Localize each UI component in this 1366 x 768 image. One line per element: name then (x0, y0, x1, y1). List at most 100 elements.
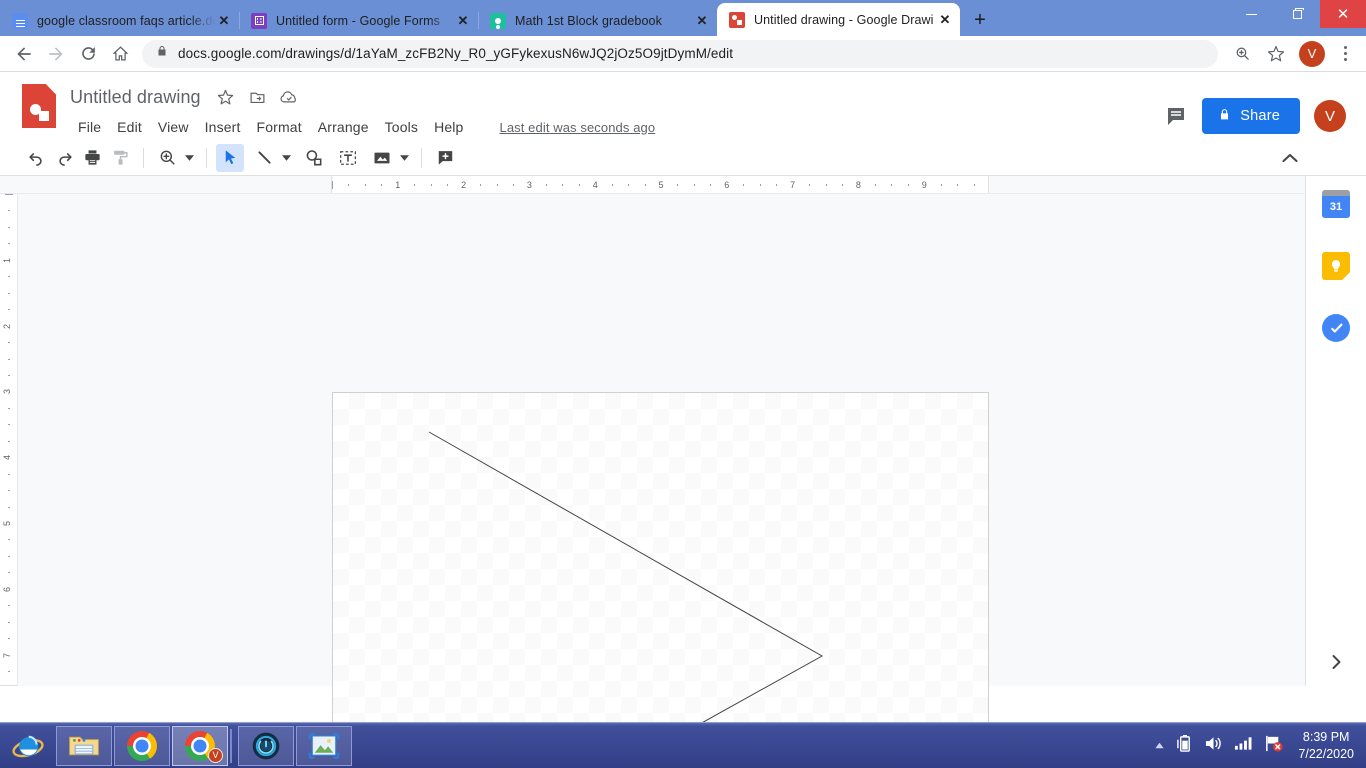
print-icon[interactable] (78, 144, 106, 172)
ruler-tick (809, 184, 811, 186)
menu-help[interactable]: Help (426, 116, 471, 138)
drawing-polyline[interactable] (333, 393, 989, 768)
ruler-tick (973, 184, 975, 186)
ruler-tick (8, 243, 10, 245)
lock-icon (1218, 107, 1231, 126)
browser-tab-4-active[interactable]: Untitled drawing - Google Drawi ✕ (717, 3, 960, 36)
comment-icon[interactable] (1164, 104, 1188, 128)
vertical-ruler[interactable]: 1 2 3 4 5 6 7 (0, 194, 18, 686)
ruler-tick (8, 440, 10, 442)
redo-icon[interactable] (50, 144, 78, 172)
reload-icon[interactable] (72, 38, 104, 70)
new-tab-button[interactable]: + (966, 6, 994, 34)
ruler-tick (8, 276, 10, 278)
horizontal-ruler[interactable]: 1 2 3 4 5 6 7 8 9 (0, 176, 1304, 194)
flag-error-icon[interactable] (1264, 734, 1283, 758)
ruler-tick (825, 184, 827, 186)
taskbar-item-internet-explorer[interactable] (0, 729, 56, 763)
browser-tab-2[interactable]: Untitled form - Google Forms ✕ (239, 5, 478, 36)
ruler-tick (8, 506, 10, 508)
calendar-icon[interactable]: 31 (1322, 190, 1350, 218)
add-comment-icon[interactable] (431, 144, 459, 172)
header-titles: Untitled drawing File Edit View Insert F… (70, 82, 655, 140)
tab-close-icon[interactable]: ✕ (936, 11, 954, 29)
collapse-toolbar-button[interactable] (1276, 144, 1304, 172)
taskbar-divider (230, 728, 234, 763)
tab-close-icon[interactable]: ✕ (454, 12, 472, 30)
taskbar-item-chrome[interactable] (114, 725, 170, 766)
cursor-arrow-icon[interactable] (216, 143, 244, 172)
image-icon[interactable] (368, 144, 396, 172)
home-icon[interactable] (104, 38, 136, 70)
back-arrow-icon[interactable] (8, 38, 40, 70)
browser-tab-3[interactable]: Math 1st Block gradebook ✕ (478, 5, 717, 36)
ruler-tick (8, 572, 10, 574)
google-drawings-logo[interactable] (22, 84, 58, 130)
share-button[interactable]: Share (1202, 98, 1300, 134)
signal-bars-icon[interactable] (1234, 735, 1253, 756)
ruler-label: 5 (658, 180, 664, 190)
ruler-tick (891, 184, 893, 186)
move-to-folder-icon[interactable] (247, 86, 269, 108)
line-dropdown-caret-icon[interactable] (278, 144, 294, 172)
tab-close-icon[interactable]: ✕ (215, 12, 233, 30)
paint-format-icon[interactable] (106, 144, 134, 172)
document-title-row: Untitled drawing (70, 82, 655, 112)
cloud-saved-icon[interactable] (279, 86, 301, 108)
tray-time: 8:39 PM (1302, 729, 1350, 744)
ruler-label: 2 (461, 180, 467, 190)
ruler-tick (907, 184, 909, 186)
browser-tab-1[interactable]: google classroom faqs article.doc ✕ (0, 5, 239, 36)
menu-edit[interactable]: Edit (109, 116, 150, 138)
drawings-icon (729, 11, 745, 28)
address-bar[interactable]: docs.google.com/drawings/d/1aYaM_zcFB2Ny… (142, 39, 1218, 68)
zoom-dropdown-caret-icon[interactable] (181, 144, 197, 172)
browser-toolbar: docs.google.com/drawings/d/1aYaM_zcFB2Ny… (0, 36, 1366, 72)
keep-bulb-icon[interactable] (1322, 252, 1350, 280)
menu-view[interactable]: View (150, 116, 197, 138)
kebab-menu-icon[interactable] (1332, 46, 1358, 61)
shape-icon[interactable] (300, 144, 328, 172)
tab-title: Untitled drawing - Google Drawi (754, 12, 934, 27)
chrome-browser-window: google classroom faqs article.doc ✕ Unti… (0, 0, 1366, 768)
taskbar-item-chrome-profile[interactable]: V (172, 725, 228, 766)
menu-arrange[interactable]: Arrange (310, 116, 377, 138)
undo-icon[interactable] (22, 144, 50, 172)
text-box-icon[interactable] (334, 144, 362, 172)
drawing-canvas[interactable] (332, 392, 989, 768)
star-icon[interactable] (215, 86, 237, 108)
tab-close-icon[interactable]: ✕ (693, 12, 711, 30)
menu-tools[interactable]: Tools (377, 116, 426, 138)
taskbar-item-file-explorer[interactable] (56, 725, 112, 766)
menu-file[interactable]: File (70, 116, 109, 138)
ruler-tick (8, 407, 10, 409)
line-icon[interactable] (250, 144, 278, 172)
ruler-tick (874, 184, 876, 186)
page-title[interactable]: Untitled drawing (70, 87, 201, 108)
tasks-check-icon[interactable] (1322, 314, 1350, 342)
ruler-label: 4 (592, 180, 598, 190)
menu-insert[interactable]: Insert (197, 116, 249, 138)
maximize-icon[interactable] (1274, 0, 1320, 28)
taskbar-item-media-player[interactable] (238, 725, 294, 766)
close-icon[interactable]: ✕ (1320, 0, 1366, 28)
ruler-label: 4 (2, 455, 13, 461)
star-icon[interactable] (1260, 38, 1292, 70)
image-dropdown-caret-icon[interactable] (396, 144, 412, 172)
battery-icon[interactable] (1176, 734, 1193, 758)
zoom-indicator-icon[interactable] (1226, 38, 1258, 70)
ruler-tick (8, 473, 10, 475)
clock[interactable]: 8:39 PM 7/22/2020 (1298, 729, 1354, 763)
up-arrow-icon[interactable] (1154, 737, 1165, 755)
browser-profile-avatar[interactable]: V (1299, 40, 1325, 67)
sheets-icon (490, 12, 506, 29)
app-profile-avatar[interactable]: V (1314, 100, 1346, 132)
volume-icon[interactable] (1204, 735, 1223, 757)
zoom-in-icon[interactable] (153, 144, 181, 172)
last-edit-status[interactable]: Last edit was seconds ago (499, 120, 655, 135)
ruler-label: 7 (2, 652, 13, 658)
chevron-right-icon[interactable] (1306, 648, 1366, 676)
minimize-icon[interactable] (1228, 0, 1274, 28)
menu-format[interactable]: Format (249, 116, 310, 138)
taskbar-item-photo-viewer[interactable] (296, 725, 352, 766)
